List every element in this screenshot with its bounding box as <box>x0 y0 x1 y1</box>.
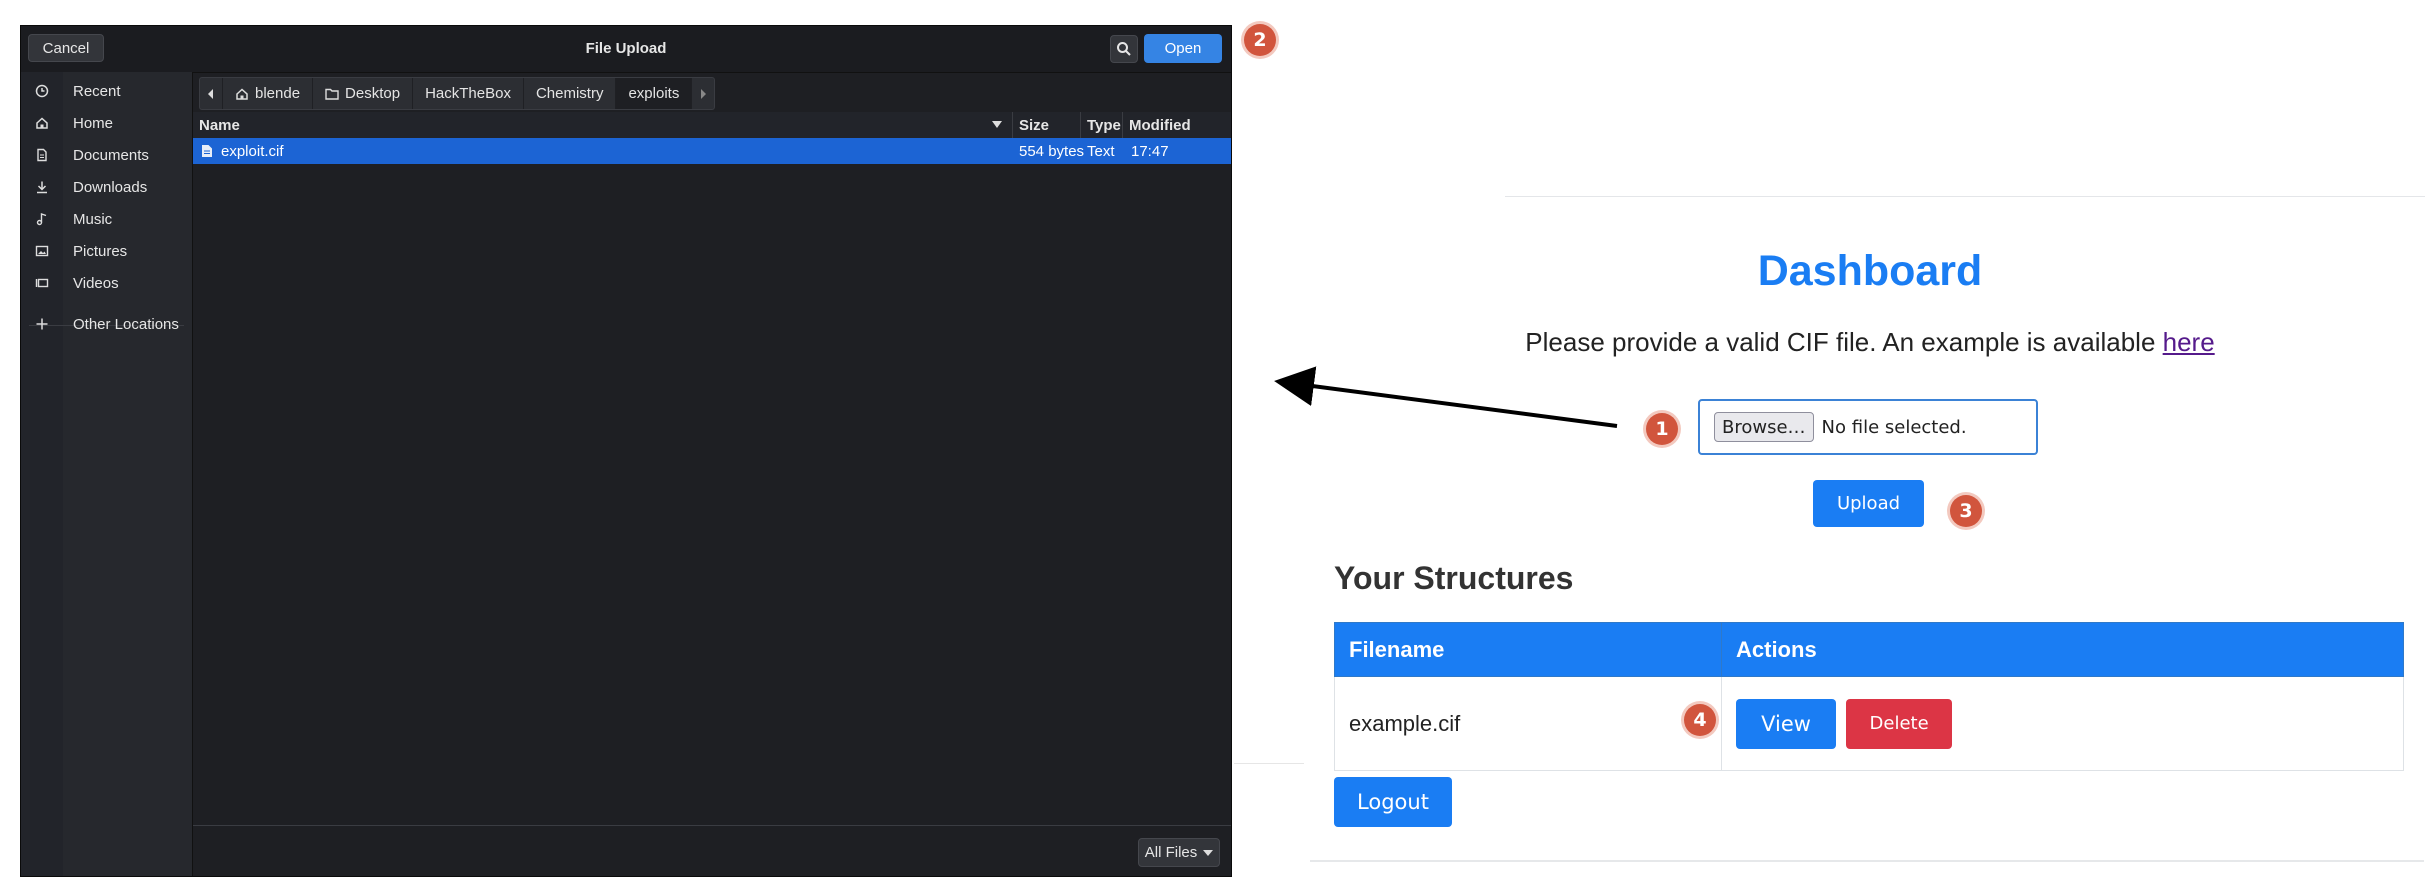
breadcrumb-forward-button[interactable] <box>692 78 714 109</box>
chevron-down-icon <box>1203 849 1214 856</box>
picture-icon <box>21 244 63 258</box>
sidebar-item-other-locations[interactable]: Other Locations <box>21 310 192 338</box>
breadcrumb-label: blende <box>255 85 301 102</box>
download-icon <box>21 180 63 194</box>
sidebar-item-documents[interactable]: Documents <box>21 141 192 169</box>
open-button[interactable]: Open <box>1144 34 1222 63</box>
text-file-icon <box>202 145 212 157</box>
sidebar-item-home[interactable]: Home <box>21 109 192 137</box>
breadcrumb-back-button[interactable] <box>200 78 223 109</box>
file-modified: 17:47 <box>1131 142 1169 160</box>
file-filter-dropdown[interactable]: All Files <box>1138 838 1220 867</box>
home-icon <box>21 116 63 130</box>
breadcrumb-label: Desktop <box>345 85 401 102</box>
breadcrumb-item-desktop[interactable]: Desktop <box>313 78 414 109</box>
chevron-right-icon <box>701 88 707 99</box>
sidebar-item-label: Pictures <box>73 242 128 260</box>
sidebar-item-downloads[interactable]: Downloads <box>21 173 192 201</box>
home-icon <box>236 87 248 100</box>
music-icon <box>21 212 63 226</box>
filter-label: All Files <box>1144 844 1198 861</box>
chevron-left-icon <box>208 88 213 99</box>
column-header-size[interactable]: Size <box>1013 112 1081 138</box>
video-icon <box>21 276 63 290</box>
file-upload-dialog: Cancel File Upload Open Recent Home Docu… <box>20 25 1232 877</box>
document-icon <box>21 148 63 162</box>
folder-icon <box>325 88 339 100</box>
sidebar-item-label: Downloads <box>73 178 148 196</box>
file-name: exploit.cif <box>221 142 284 160</box>
breadcrumb-item-hackthebox[interactable]: HackTheBox <box>413 78 524 109</box>
dialog-footer: All Files <box>193 825 1231 876</box>
clock-icon <box>21 84 63 98</box>
file-row[interactable]: exploit.cif 554 bytes Text 17:47 <box>193 138 1231 164</box>
dialog-title: File Upload <box>585 40 667 57</box>
breadcrumb-item-home[interactable]: blende <box>223 78 314 109</box>
sidebar-item-label: Documents <box>73 146 149 164</box>
column-header-type[interactable]: Type <box>1081 112 1123 138</box>
sidebar-item-label: Recent <box>73 82 121 100</box>
search-button[interactable] <box>1110 35 1138 63</box>
file-name-cell: exploit.cif <box>201 138 284 164</box>
dialog-titlebar: Cancel File Upload Open <box>21 26 1231 73</box>
sidebar-item-pictures[interactable]: Pictures <box>21 237 192 265</box>
sidebar-item-label: Other Locations <box>73 315 179 333</box>
plus-icon <box>21 317 63 331</box>
column-header-modified[interactable]: Modified <box>1123 112 1231 138</box>
search-icon <box>1117 42 1131 56</box>
sidebar-item-recent[interactable]: Recent <box>21 77 192 105</box>
breadcrumb-item-chemistry[interactable]: Chemistry <box>524 78 617 109</box>
sidebar-item-music[interactable]: Music <box>21 205 192 233</box>
column-header-name[interactable]: Name <box>193 112 1013 138</box>
sidebar-item-label: Home <box>73 114 114 132</box>
file-type: Text <box>1087 142 1115 160</box>
breadcrumb: blende Desktop HackTheBox Chemistry expl… <box>199 77 716 110</box>
sidebar-item-label: Music <box>73 210 113 228</box>
places-sidebar: Recent Home Documents Downloads Music Pi… <box>21 72 193 876</box>
sort-down-icon <box>992 121 1002 128</box>
column-label: Name <box>199 116 240 134</box>
sidebar-item-videos[interactable]: Videos <box>21 269 192 297</box>
file-list-header: Name Size Type Modified <box>193 112 1231 139</box>
file-size: 554 bytes <box>1019 142 1085 160</box>
sidebar-item-label: Videos <box>73 274 119 292</box>
breadcrumb-item-exploits[interactable]: exploits <box>616 78 693 109</box>
